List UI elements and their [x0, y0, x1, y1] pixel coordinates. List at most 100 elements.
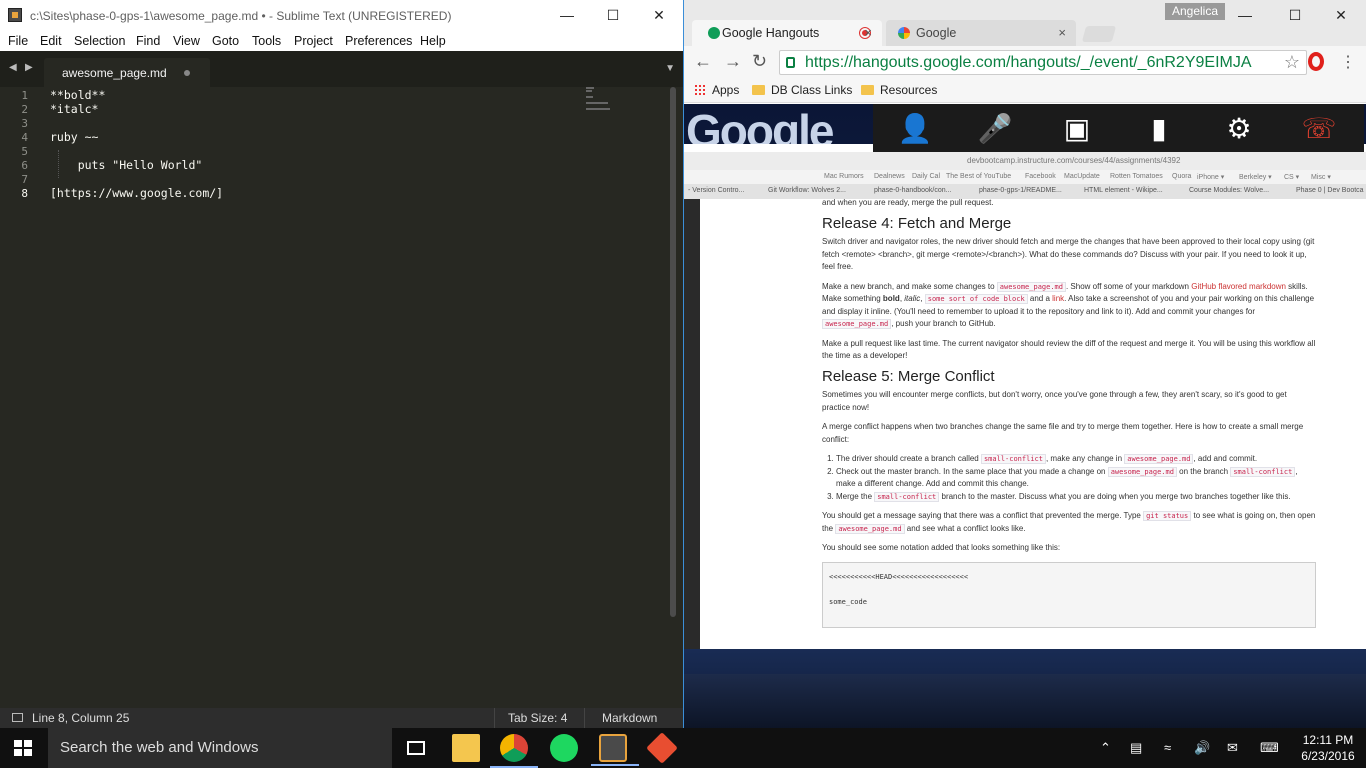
editor-scrollbar[interactable] [668, 87, 678, 707]
extension-icon[interactable] [1308, 52, 1324, 71]
maximize-icon[interactable]: ☐ [1272, 0, 1318, 31]
tab-awesome-page[interactable]: awesome_page.md [44, 58, 210, 87]
unsaved-dot-icon[interactable] [184, 70, 190, 76]
tab-size[interactable]: Tab Size: 4 [508, 711, 567, 725]
shared-bookmark: MacUpdate [1064, 173, 1100, 180]
code-line: <<<<<<<<<<<HEAD<<<<<<<<<<<<<<<<<< [829, 572, 969, 581]
profile-name[interactable]: Angelica [1165, 3, 1225, 20]
code-line[interactable]: **bold** [50, 88, 105, 102]
wifi-icon[interactable]: ≈ [1164, 740, 1171, 755]
bookmark-star-icon[interactable]: ☆ [1284, 52, 1300, 73]
video-off-icon[interactable]: ▣ [1055, 110, 1099, 148]
taskbar-search-box[interactable]: Search the web and Windows [48, 728, 392, 768]
forward-icon[interactable]: → [724, 51, 742, 72]
system-clock[interactable]: 12:11 PM 6/23/2016 [1298, 732, 1358, 764]
close-icon[interactable]: ✕ [636, 0, 682, 31]
reload-icon[interactable]: ↻ [752, 51, 767, 72]
doc-text: Merge the [836, 491, 875, 501]
task-view-icon[interactable] [407, 741, 425, 755]
minimap[interactable] [586, 87, 616, 110]
spotify-icon[interactable] [550, 734, 578, 762]
doc-text: You should get a message saying that the… [822, 511, 1144, 520]
syntax-mode[interactable]: Markdown [602, 711, 657, 725]
code-line[interactable]: ruby ~~ [50, 130, 98, 144]
doc-text: and a [1027, 294, 1053, 303]
code-line[interactable]: *italc* [50, 102, 98, 116]
line-number: 7 [21, 173, 28, 186]
action-center-icon[interactable]: ✉ [1227, 740, 1238, 756]
doc-paragraph: Make a pull request like last time. The … [822, 338, 1316, 361]
git-icon[interactable] [646, 732, 678, 764]
inline-code: small-conflict [874, 491, 940, 502]
menu-tools[interactable]: Tools [252, 34, 281, 48]
menu-goto[interactable]: Goto [212, 34, 239, 48]
doc-italic: italic [904, 294, 921, 303]
windows-start-icon[interactable] [14, 740, 32, 756]
bookmark-apps[interactable]: Apps [694, 83, 739, 97]
new-tab-button[interactable] [1081, 26, 1117, 42]
settings-gear-icon[interactable]: ⚙ [1217, 110, 1261, 148]
menu-preferences[interactable]: Preferences [345, 34, 412, 48]
chrome-menu-icon[interactable]: ⋮ [1340, 52, 1356, 72]
folder-icon [752, 85, 765, 95]
steps-list: The driver should create a branch called… [836, 453, 1316, 503]
hang-up-icon[interactable]: ☏ [1297, 110, 1341, 148]
menu-view[interactable]: View [173, 34, 200, 48]
tab-label: Google [916, 26, 957, 40]
back-icon[interactable]: ← [694, 51, 712, 72]
minimize-icon[interactable]: — [544, 0, 590, 31]
chrome-icon[interactable] [490, 734, 538, 768]
minimize-icon[interactable]: — [1222, 0, 1268, 31]
tab-close-icon[interactable]: × [864, 25, 872, 40]
keyboard-icon[interactable]: ⌨ [1260, 740, 1279, 756]
show-hidden-icons-icon[interactable]: ⌃ [1100, 740, 1111, 756]
menu-project[interactable]: Project [294, 34, 333, 48]
shared-tab: Course Modules: Wolve... [1189, 187, 1270, 194]
shared-bookmark: iPhone ▾ [1197, 174, 1225, 181]
shared-bookmark: CS ▾ [1284, 174, 1300, 181]
tab-google-hangouts[interactable]: Google Hangouts × [692, 20, 882, 46]
battery-icon[interactable]: ▤ [1130, 740, 1142, 756]
add-person-icon[interactable]: 👤 [893, 110, 937, 148]
menu-edit[interactable]: Edit [40, 34, 62, 48]
doc-text: Make a new branch, and make some changes… [822, 281, 997, 291]
code-line[interactable]: [https://www.google.com/] [50, 186, 223, 200]
menu-find[interactable]: Find [136, 34, 160, 48]
tab-prev-icon[interactable]: ◀ [9, 62, 17, 73]
tab-next-icon[interactable]: ▶ [25, 62, 33, 73]
mute-mic-icon[interactable]: 🎤 [973, 110, 1017, 148]
doc-paragraph: Sometimes you will encounter merge confl… [822, 390, 1287, 412]
folder-icon [861, 85, 874, 95]
tab-google[interactable]: Google × [886, 20, 1076, 46]
desktop: c:\Sites\phase-0-gps-1\awesome_page.md •… [0, 0, 1366, 768]
volume-icon[interactable]: 🔊 [1194, 740, 1210, 756]
file-explorer-icon[interactable] [452, 734, 480, 762]
menu-file[interactable]: File [8, 34, 28, 48]
close-icon[interactable]: ✕ [1318, 0, 1364, 31]
menu-help[interactable]: Help [420, 34, 446, 48]
url-text[interactable]: https://hangouts.google.com/hangouts/_/e… [805, 54, 1255, 72]
doc-link[interactable]: link [1052, 294, 1064, 303]
bookmark-db-class-links[interactable]: DB Class Links [752, 83, 852, 97]
inline-code: awesome_page.md [1124, 454, 1194, 464]
scrollbar-thumb[interactable] [670, 87, 676, 617]
status-divider [584, 708, 585, 728]
address-bar[interactable]: https://hangouts.google.com/hangouts/_/e… [779, 50, 1307, 75]
signal-bars-icon[interactable]: ▮ [1137, 110, 1181, 148]
gfm-link[interactable]: GitHub flavored markdown [1191, 282, 1286, 291]
panel-toggle-icon[interactable] [12, 713, 23, 722]
maximize-icon[interactable]: ☐ [590, 0, 636, 31]
bookmark-resources[interactable]: Resources [861, 83, 937, 97]
shared-bookmark: The Best of YouTube [946, 173, 1012, 180]
doc-text: , add and commit. [1193, 454, 1258, 463]
doc-text: The driver should create a branch called [836, 454, 981, 463]
indent-guide [58, 150, 59, 178]
line-number: 3 [21, 117, 28, 130]
tab-close-icon[interactable]: × [1058, 25, 1066, 40]
tab-dropdown-icon[interactable]: ▼ [665, 63, 675, 74]
sublime-window: c:\Sites\phase-0-gps-1\awesome_page.md •… [0, 0, 683, 728]
code-line[interactable]: puts "Hello World" [50, 158, 203, 172]
sublime-titlebar[interactable]: c:\Sites\phase-0-gps-1\awesome_page.md •… [0, 0, 683, 31]
sublime-text-icon[interactable] [591, 734, 639, 766]
menu-selection[interactable]: Selection [74, 34, 125, 48]
